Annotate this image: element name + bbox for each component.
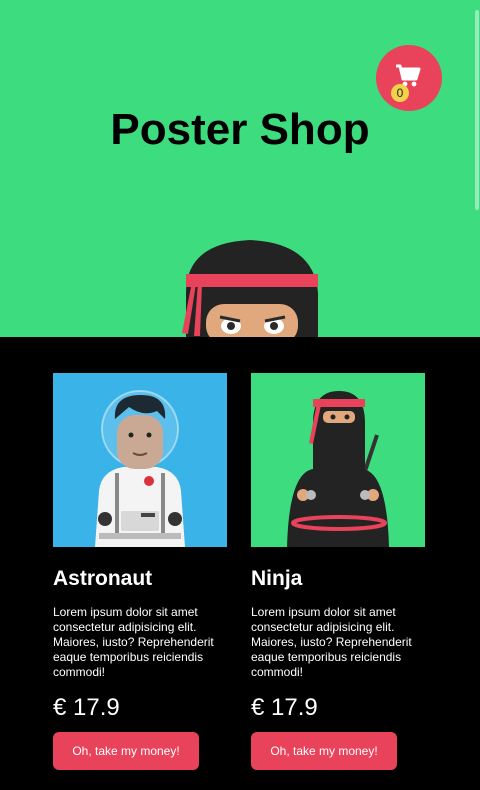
product-image bbox=[53, 373, 227, 547]
hero-banner: Poster Shop 0 bbox=[0, 0, 480, 337]
product-description: Lorem ipsum dolor sit amet consectetur a… bbox=[53, 605, 214, 679]
ninja-peek-illustration bbox=[182, 240, 318, 337]
product-list: Astronaut Lorem ipsum dolor sit amet con… bbox=[0, 337, 480, 790]
ninja-icon bbox=[287, 391, 389, 547]
product-name: Ninja bbox=[251, 567, 303, 590]
scrollbar-thumb[interactable] bbox=[475, 10, 479, 210]
buy-button[interactable]: Oh, take my money! bbox=[251, 732, 397, 770]
buy-button[interactable]: Oh, take my money! bbox=[53, 732, 199, 770]
product-description: Lorem ipsum dolor sit amet consectetur a… bbox=[251, 605, 412, 679]
product-price: € 17.9 bbox=[251, 694, 318, 721]
cart-count-badge: 0 bbox=[391, 84, 409, 102]
product-name: Astronaut bbox=[53, 567, 153, 590]
product-card-ninja: Ninja Lorem ipsum dolor sit amet consect… bbox=[251, 373, 426, 770]
product-card-astronaut: Astronaut Lorem ipsum dolor sit amet con… bbox=[53, 373, 228, 770]
product-image bbox=[251, 373, 425, 547]
product-price: € 17.9 bbox=[53, 694, 120, 721]
astronaut-icon bbox=[95, 390, 185, 547]
cart-button[interactable]: 0 bbox=[376, 45, 442, 111]
